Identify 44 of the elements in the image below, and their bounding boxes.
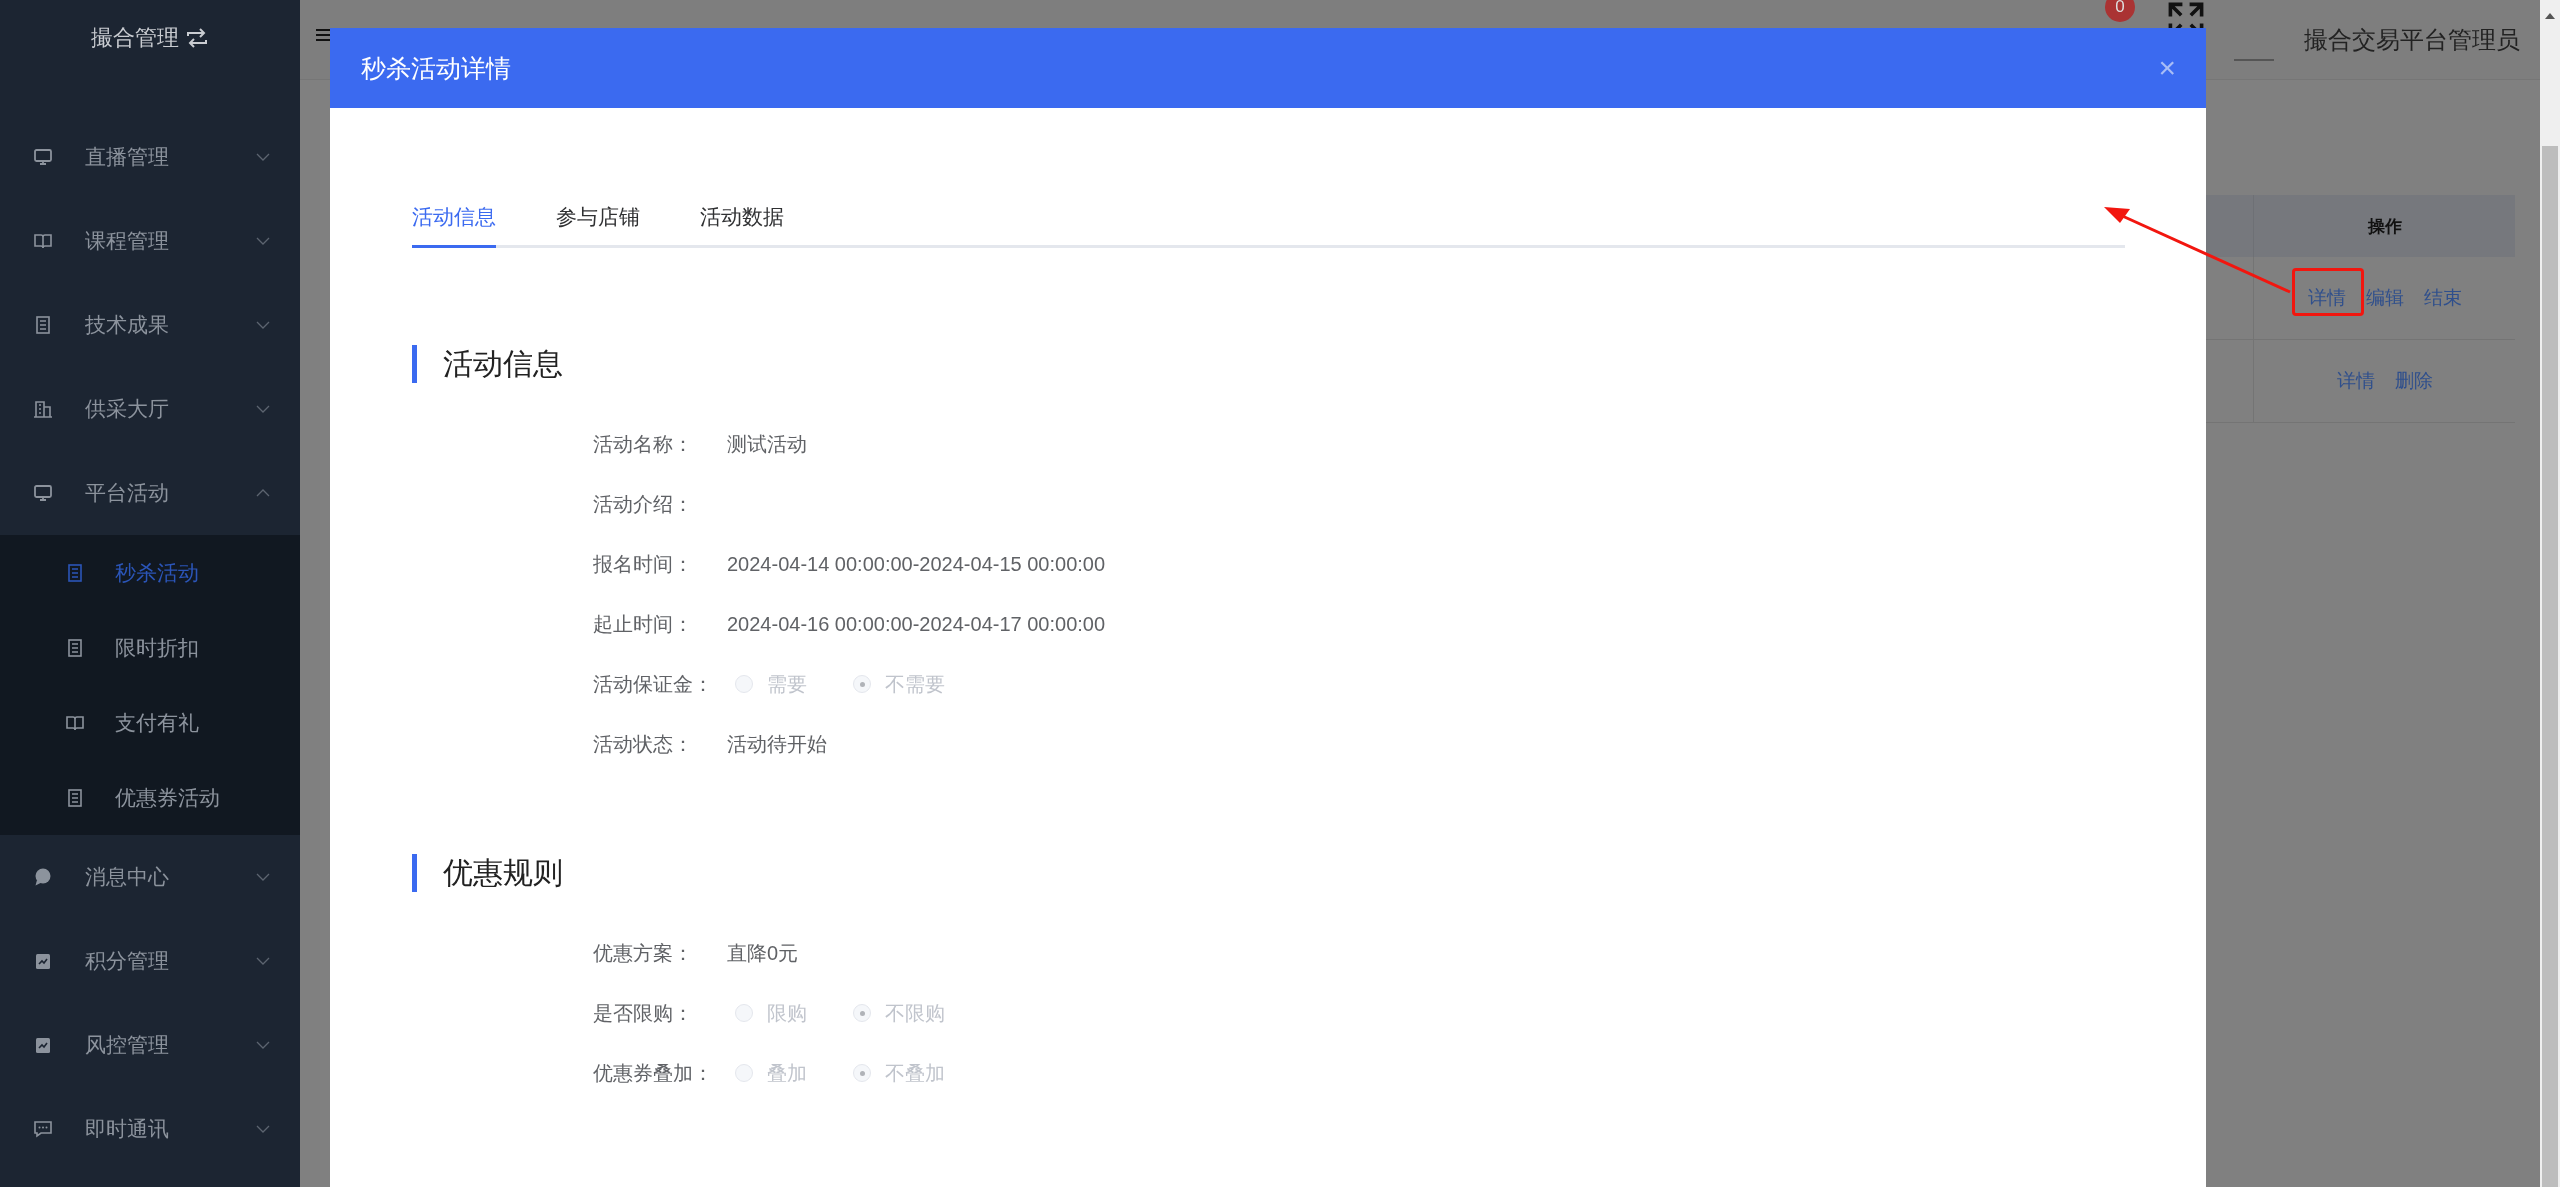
field-value: 2024-04-14 00:00:00-2024-04-15 00:00:00 [727, 552, 1106, 576]
field-label: 优惠方案： [593, 940, 694, 966]
field-label: 优惠券叠加： [593, 1060, 714, 1086]
menu-item[interactable]: 课程管理 [0, 199, 300, 283]
submenu-item[interactable]: 限时折扣 [0, 610, 300, 685]
section-title: 优惠规则 [412, 854, 2125, 892]
field-label: 活动介绍： [593, 491, 694, 517]
notification-badge: 0 [2105, 0, 2135, 22]
submenu-item[interactable]: 优惠券活动 [0, 760, 300, 835]
field-label: 报名时间： [593, 551, 694, 577]
menu-item[interactable]: 供采大厅 [0, 367, 300, 451]
menu-item[interactable]: 风控管理 [0, 1003, 300, 1087]
field-value: 活动待开始 [727, 731, 827, 757]
field-label: 活动名称： [593, 431, 694, 457]
field-value: 直降0元 [727, 940, 799, 966]
menu-item[interactable]: 即时通讯 [0, 1087, 300, 1171]
menu-item[interactable]: 直播管理 [0, 115, 300, 199]
dialog-title: 秒杀活动详情 [361, 52, 512, 84]
tab[interactable]: 参与店铺 [556, 203, 640, 248]
radio-label: 叠加 [767, 1060, 807, 1086]
radio-label: 需要 [767, 671, 807, 697]
menu-item[interactable]: 技术成果 [0, 283, 300, 367]
menu-item[interactable]: 积分管理 [0, 919, 300, 1003]
field-label: 起止时间： [593, 611, 694, 637]
field-value: 2024-04-16 00:00:00-2024-04-17 00:00:00 [727, 612, 1106, 636]
tab[interactable]: 活动信息 [412, 203, 496, 248]
user-name[interactable]: 撮合交易平台管理员 [2304, 23, 2520, 56]
menu-item[interactable]: 消息中心 [0, 835, 300, 919]
field-label: 活动保证金： [593, 671, 714, 697]
radio-label: 不叠加 [885, 1060, 945, 1086]
field-label: 活动状态： [593, 731, 694, 757]
close-button[interactable]: × [2158, 53, 2176, 83]
menu-item[interactable]: 平台活动 [0, 451, 300, 535]
sidebar-title: 撮合管理 [91, 23, 179, 52]
radio-label: 限购 [767, 1000, 807, 1026]
tab[interactable]: 活动数据 [700, 203, 784, 248]
submenu-item[interactable]: 秒杀活动 [0, 535, 300, 610]
field-label: 是否限购： [593, 1000, 694, 1026]
radio-label: 不需要 [885, 671, 945, 697]
submenu-item[interactable]: 支付有礼 [0, 685, 300, 760]
radio-label: 不限购 [885, 1000, 945, 1026]
column-header: 操作 [2253, 195, 2515, 257]
field-value: 测试活动 [727, 431, 807, 457]
section-title: 活动信息 [412, 345, 2125, 383]
